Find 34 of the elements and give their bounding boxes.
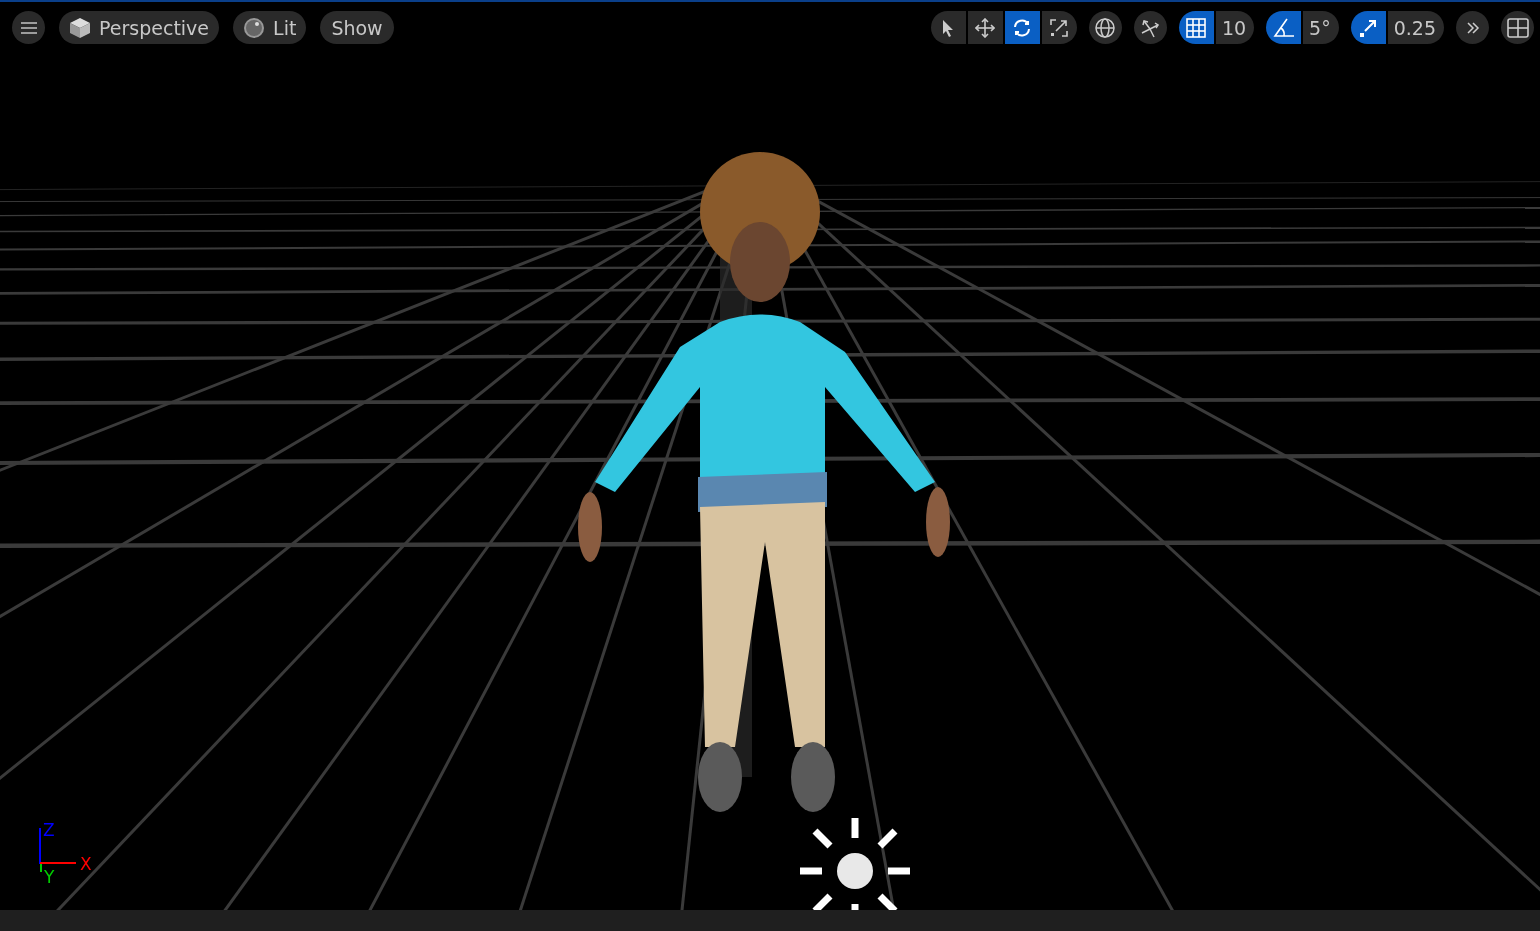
double-chevron-icon — [1465, 20, 1480, 35]
scale-snap-toggle[interactable] — [1350, 11, 1386, 44]
perspective-button[interactable]: Perspective — [59, 11, 220, 44]
x-axis-label: X — [80, 856, 92, 873]
viewport[interactable]: Z X Y Perspective Lit Show 10 5° 0.25 — [0, 0, 1540, 910]
menu-button[interactable] — [12, 11, 45, 44]
layout-button[interactable] — [1501, 11, 1534, 44]
cube-icon — [69, 16, 91, 39]
light-icon[interactable] — [800, 818, 910, 910]
y-axis-label: Y — [44, 869, 55, 886]
lit-button[interactable]: Lit — [233, 11, 307, 44]
move-arrows-icon — [975, 17, 996, 38]
scale-tool-button[interactable] — [1041, 11, 1077, 44]
more-button[interactable] — [1456, 11, 1489, 44]
menu-icon — [19, 19, 38, 36]
z-axis-label: Z — [43, 822, 55, 839]
globe-icon — [1094, 16, 1117, 39]
scale-arrow-icon — [1049, 17, 1070, 38]
move-tool-button[interactable] — [967, 11, 1003, 44]
angle-snap-value[interactable]: 5° — [1303, 11, 1339, 44]
layout-icon — [1506, 17, 1529, 38]
angle-snap-toggle[interactable] — [1266, 11, 1302, 44]
rotate-tool-button[interactable] — [1004, 11, 1040, 44]
grid-snap-toggle[interactable] — [1178, 11, 1214, 44]
surface-snap-button[interactable] — [1133, 11, 1167, 44]
rotate-arrows-icon — [1012, 17, 1033, 38]
scale-snap-value[interactable]: 0.25 — [1387, 11, 1444, 44]
select-tool-button[interactable] — [930, 11, 966, 44]
grid-snap-value[interactable]: 10 — [1215, 11, 1255, 44]
world-space-button[interactable] — [1088, 11, 1122, 44]
show-button[interactable]: Show — [320, 11, 394, 44]
sphere-icon — [243, 16, 266, 39]
angle-icon — [1272, 16, 1295, 39]
grid-icon — [1185, 16, 1208, 39]
